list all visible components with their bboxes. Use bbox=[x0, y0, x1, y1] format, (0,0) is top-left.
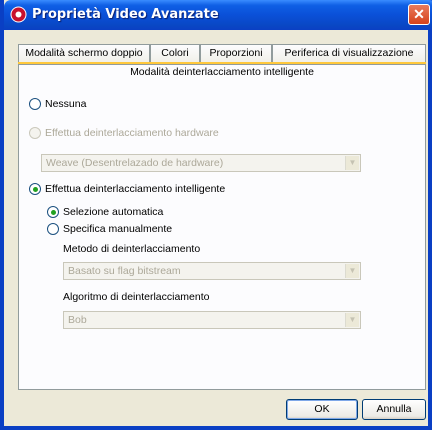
radio-hardware[interactable]: Effettua deinterlacciamento hardware bbox=[29, 127, 219, 139]
algorithm-select-value: Bob bbox=[68, 314, 87, 326]
tab-strip: Modalità schermo doppio Colori Proporzio… bbox=[18, 44, 426, 64]
radio-auto-label: Selezione automatica bbox=[63, 206, 164, 218]
hardware-deinterlace-select[interactable]: Weave (Desentrelazado de hardware) ▼ bbox=[41, 154, 361, 172]
radio-none-label: Nessuna bbox=[45, 98, 87, 110]
radio-manual-label: Specifica manualmente bbox=[63, 223, 173, 235]
cancel-button[interactable]: Annulla bbox=[362, 399, 426, 420]
title-bar[interactable]: Proprietà Video Avanzate ✕ bbox=[4, 0, 432, 30]
tab-aspect-ratio[interactable]: Proporzioni bbox=[200, 44, 272, 63]
chevron-down-icon[interactable]: ▼ bbox=[345, 264, 359, 278]
radio-auto-circle[interactable] bbox=[47, 206, 59, 218]
radio-smart-label: Effettua deinterlacciamento intelligente bbox=[45, 183, 226, 195]
window-title: Proprietà Video Avanzate bbox=[32, 7, 219, 22]
hardware-select-value: Weave (Desentrelazado de hardware) bbox=[46, 157, 224, 169]
panel-title: Modalità deinterlacciamento intelligente bbox=[130, 66, 314, 78]
tab-dual-screen[interactable]: Modalità schermo doppio bbox=[18, 44, 150, 63]
radio-manual[interactable]: Specifica manualmente bbox=[47, 223, 172, 235]
radio-hardware-label: Effettua deinterlacciamento hardware bbox=[45, 127, 219, 139]
chevron-down-icon[interactable]: ▼ bbox=[345, 313, 359, 327]
radio-none-circle[interactable] bbox=[29, 98, 41, 110]
display-adapter-icon bbox=[10, 6, 27, 23]
algorithm-select[interactable]: Bob ▼ bbox=[63, 311, 361, 329]
radio-none[interactable]: Nessuna bbox=[29, 98, 86, 110]
tab-panel: Modalità deinterlacciamento intelligente… bbox=[18, 64, 426, 390]
radio-auto[interactable]: Selezione automatica bbox=[47, 206, 163, 218]
close-button[interactable]: ✕ bbox=[408, 4, 430, 25]
radio-hardware-circle[interactable] bbox=[29, 127, 41, 139]
method-select-value: Basato su flag bitstream bbox=[68, 265, 181, 277]
ok-button[interactable]: OK bbox=[286, 399, 358, 420]
dialog-window: Proprietà Video Avanzate ✕ Modalità sche… bbox=[0, 0, 432, 430]
tab-colors[interactable]: Colori bbox=[150, 44, 200, 63]
tab-display-device[interactable]: Periferica di visualizzazione bbox=[272, 44, 426, 63]
chevron-down-icon[interactable]: ▼ bbox=[345, 156, 359, 170]
method-select[interactable]: Basato su flag bitstream ▼ bbox=[63, 262, 361, 280]
radio-manual-circle[interactable] bbox=[47, 223, 59, 235]
algorithm-label: Algoritmo di deinterlacciamento bbox=[63, 291, 210, 303]
radio-smart-circle[interactable] bbox=[29, 183, 41, 195]
radio-smart[interactable]: Effettua deinterlacciamento intelligente bbox=[29, 183, 225, 195]
method-label: Metodo di deinterlacciamento bbox=[63, 243, 201, 255]
